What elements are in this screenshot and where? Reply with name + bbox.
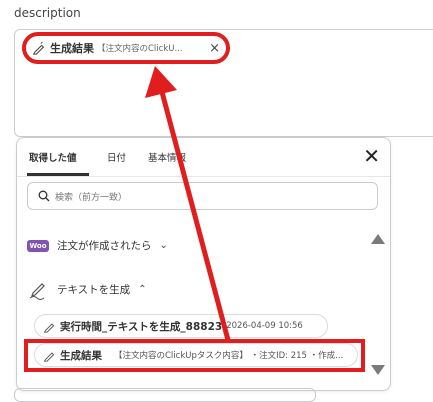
pen-icon [32, 41, 45, 55]
divider [17, 176, 390, 177]
chevron-down-icon: ⌄ [159, 240, 168, 251]
next-field-input[interactable] [14, 388, 316, 402]
chip-value: 【注文内容のClickU... [97, 44, 183, 54]
pen-icon [43, 322, 55, 333]
tab-basic-info[interactable]: 基本情報 [148, 150, 186, 164]
highlight-box [24, 339, 365, 372]
value-item-execution-time[interactable]: 実行時間_テキストを生成_88823 2026-04-09 10:56 [34, 314, 328, 338]
woocommerce-icon: Woo [27, 239, 49, 252]
section-generate-text[interactable]: テキストを生成 ⌃ [27, 278, 147, 300]
close-icon[interactable]: ✕ [363, 146, 380, 166]
chip-label: 生成結果 [50, 42, 94, 55]
section-order-created[interactable]: Woo 注文が作成されたら ⌄ [27, 238, 168, 253]
chevron-up-icon: ⌃ [138, 283, 147, 295]
field-label: description [14, 6, 81, 20]
item-value: 2026-04-09 10:56 [226, 321, 303, 331]
section-title: 注文が作成されたら [57, 240, 152, 252]
item-label: 実行時間_テキストを生成_88823 [60, 320, 223, 333]
remove-chip-icon[interactable]: × [209, 41, 220, 56]
tab-bar: 取得した値 日付 基本情報 ✕ [17, 138, 390, 176]
selected-value-chip[interactable]: 生成結果 【注文内容のClickU... × [22, 32, 230, 64]
pen-sparkle-icon [29, 283, 45, 300]
search-placeholder: 検索（前方一致） [55, 192, 128, 203]
search-icon [38, 190, 50, 202]
scroll-up-icon[interactable] [371, 234, 385, 244]
search-input[interactable]: 検索（前方一致） [27, 182, 378, 210]
scroll-down-icon[interactable] [371, 365, 385, 375]
tab-date[interactable]: 日付 [107, 150, 126, 164]
tab-retrieved-values[interactable]: 取得した値 [29, 150, 77, 164]
section-title: テキストを生成 [57, 283, 131, 296]
